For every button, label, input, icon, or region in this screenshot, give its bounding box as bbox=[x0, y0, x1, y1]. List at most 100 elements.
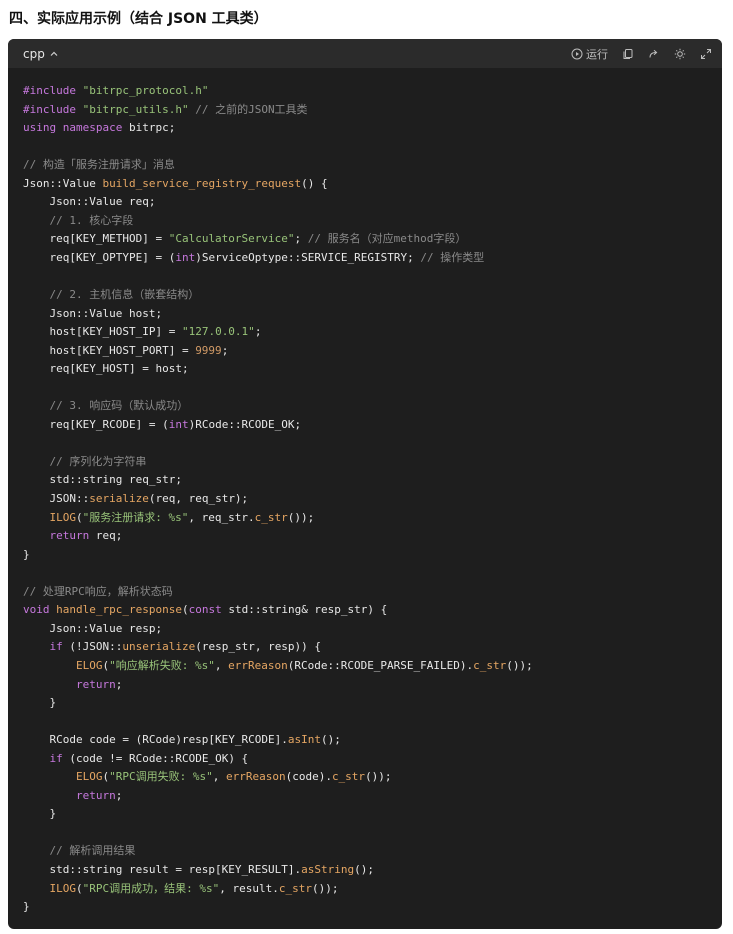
section-heading: 四、实际应用示例（结合 JSON 工具类） bbox=[9, 11, 268, 27]
code-line: // 处理RPC响应，解析状态码 bbox=[23, 583, 722, 602]
code-token: // 之前的JSON工具类 bbox=[195, 102, 308, 116]
code-token: ELOG bbox=[75, 770, 103, 784]
code-token: ()); bbox=[311, 881, 339, 895]
code-token: std::string& resp_str) { bbox=[221, 603, 388, 617]
language-toggle[interactable]: cpp bbox=[23, 47, 59, 61]
code-line: void handle_rpc_response(const std::stri… bbox=[23, 601, 722, 620]
code-token: // 服务名（对应method字段） bbox=[307, 232, 467, 246]
code-line: host[KEY_HOST_IP] = "127.0.0.1"; bbox=[23, 323, 722, 342]
code-token: "RPC调用成功，结果: %s" bbox=[82, 881, 220, 895]
code-line: JSON::serialize(req, req_str); bbox=[23, 490, 722, 509]
code-token: () { bbox=[301, 176, 328, 190]
code-token: , bbox=[212, 770, 226, 784]
code-line: std::string req_str; bbox=[23, 471, 722, 490]
run-label: 运行 bbox=[586, 47, 608, 61]
code-token: req[KEY_OPTYPE] = ( bbox=[23, 250, 176, 264]
code-token: 9999 bbox=[195, 343, 222, 357]
theme-button[interactable] bbox=[674, 48, 686, 60]
share-button[interactable] bbox=[648, 48, 660, 60]
code-token: "bitrpc_protocol.h" bbox=[82, 84, 209, 97]
code-token: "服务注册请求: %s" bbox=[82, 510, 189, 524]
code-token: // 1. 核心字段 bbox=[23, 213, 134, 227]
code-line: if (code != RCode::RCODE_OK) { bbox=[23, 750, 722, 769]
theme-icon bbox=[674, 48, 686, 59]
code-token: "CalculatorService" bbox=[168, 232, 295, 246]
expand-button[interactable] bbox=[700, 48, 712, 60]
run-button[interactable]: 运行 bbox=[571, 46, 608, 62]
code-token: std::string result = resp[KEY_RESULT]. bbox=[23, 862, 302, 876]
code-token: ()); bbox=[287, 510, 315, 524]
code-token: asString bbox=[301, 862, 355, 876]
code-token: "RPC调用失败: %s" bbox=[109, 770, 213, 784]
code-token: host[KEY_HOST_IP] = bbox=[23, 325, 182, 339]
code-token: int bbox=[168, 417, 189, 431]
code-token: ; bbox=[221, 343, 229, 357]
code-token: ( bbox=[76, 510, 83, 524]
code-token: ( bbox=[181, 603, 189, 617]
code-token: c_str bbox=[331, 770, 366, 784]
code-line: return req; bbox=[23, 527, 722, 546]
code-token: // 解析调用结果 bbox=[23, 844, 136, 858]
code-line: ELOG("RPC调用失败: %s", errReason(code).c_st… bbox=[23, 768, 722, 787]
code-token: // 操作类型 bbox=[420, 250, 485, 264]
code-token: } bbox=[23, 900, 30, 914]
code-line: } bbox=[23, 898, 722, 917]
code-token: ()); bbox=[506, 658, 533, 672]
code-token: build_service_registry_request bbox=[102, 176, 302, 190]
code-token: if bbox=[49, 640, 63, 654]
copy-icon bbox=[623, 48, 633, 59]
code-token: , req_str. bbox=[188, 510, 255, 524]
copy-button[interactable] bbox=[622, 48, 634, 60]
code-token: req[KEY_METHOD] = bbox=[23, 232, 169, 246]
code-line: req[KEY_RCODE] = (int)RCode::RCODE_OK; bbox=[23, 416, 722, 435]
code-token: req; bbox=[89, 529, 123, 543]
code-actions: 运行 bbox=[571, 46, 712, 62]
code-line: // 2. 主机信息（嵌套结构） bbox=[23, 286, 722, 305]
code-block: cpp 运行 #include "bitrpc_protocol.h" #inc… bbox=[8, 39, 722, 929]
code-token: int bbox=[175, 250, 196, 264]
code-token: serialize bbox=[89, 492, 149, 506]
code-line: } bbox=[23, 694, 722, 713]
code-token: req[KEY_HOST] = host; bbox=[23, 362, 189, 376]
code-line: #include "bitrpc_utils.h" // 之前的JSON工具类 bbox=[23, 101, 722, 120]
code-line: req[KEY_METHOD] = "CalculatorService"; /… bbox=[23, 230, 722, 249]
code-token: // 2. 主机信息（嵌套结构） bbox=[23, 288, 200, 302]
code-token: (); bbox=[354, 862, 375, 876]
code-token: #include bbox=[23, 84, 83, 97]
code-token: if bbox=[49, 751, 63, 765]
code-token: namespace bbox=[62, 121, 123, 135]
code-token: "127.0.0.1" bbox=[181, 325, 255, 339]
code-token: const bbox=[188, 603, 222, 617]
code-line: ELOG("响应解析失败: %s", errReason(RCode::RCOD… bbox=[23, 657, 722, 676]
code-token: (code). bbox=[285, 770, 332, 784]
code-token: // 3. 响应码（默认成功） bbox=[23, 399, 189, 413]
code-token: Json::Value resp; bbox=[23, 621, 163, 635]
code-token: ( bbox=[76, 881, 83, 895]
expand-icon bbox=[701, 48, 711, 59]
code-token: errReason bbox=[228, 658, 288, 672]
code-line: return; bbox=[23, 787, 722, 806]
code-token: , bbox=[214, 658, 229, 672]
code-token: req[KEY_RCODE] = ( bbox=[23, 417, 169, 431]
code-token: // 序列化为字符串 bbox=[23, 454, 147, 468]
code-token: JSON:: bbox=[23, 492, 90, 506]
code-token: Json::Value bbox=[23, 176, 103, 190]
code-line: // 解析调用结果 bbox=[23, 842, 722, 861]
code-token: } bbox=[23, 547, 30, 561]
code-token: c_str bbox=[254, 510, 288, 524]
code-content[interactable]: #include "bitrpc_protocol.h" #include "bi… bbox=[8, 68, 722, 917]
code-line: // 构造「服务注册请求」消息 bbox=[23, 156, 722, 175]
code-token: ; bbox=[254, 325, 262, 339]
code-line: using namespace bitrpc; bbox=[23, 119, 722, 138]
